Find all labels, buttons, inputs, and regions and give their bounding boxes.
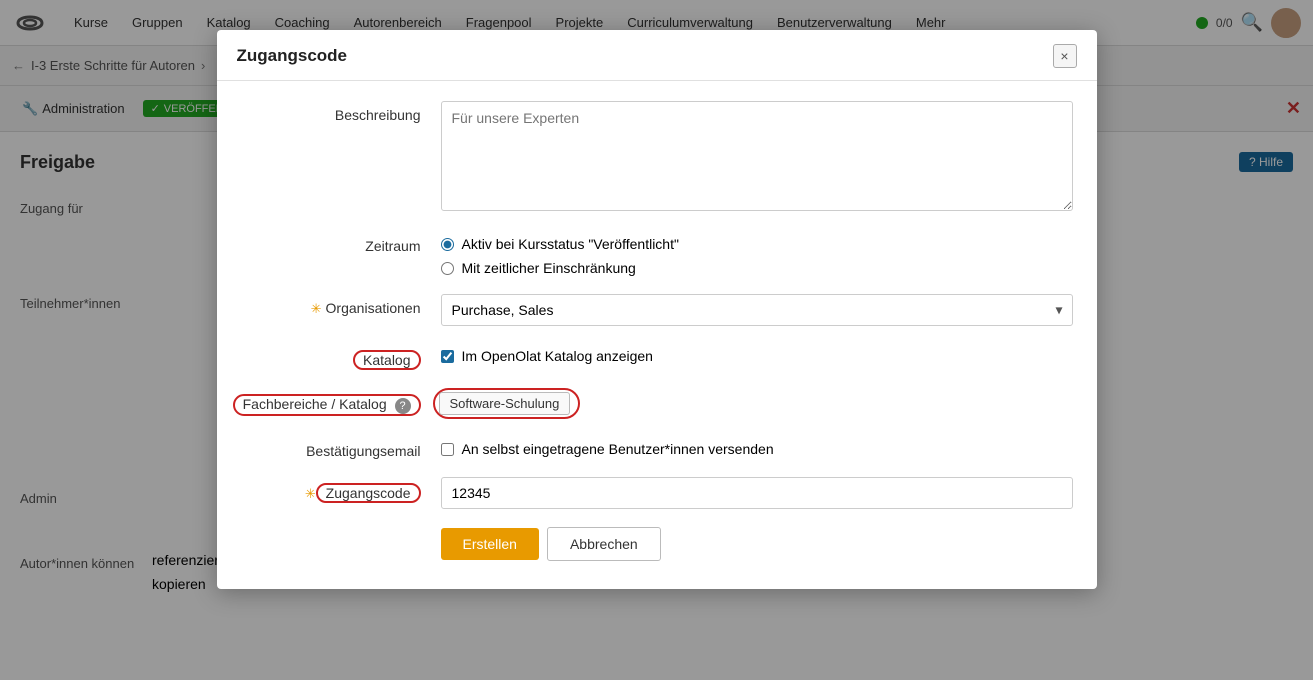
zeitraum-radio2[interactable] <box>441 262 454 275</box>
modal-overlay: Zugangscode × Beschreibung Zeitraum <box>0 0 1313 680</box>
organisationen-label: Organisationen <box>241 294 441 317</box>
zugangscode-modal: Zugangscode × Beschreibung Zeitraum <box>217 30 1097 589</box>
zeitraum-row: Zeitraum Aktiv bei Kursstatus "Veröffent… <box>241 232 1073 276</box>
bestaetigung-checkbox-label: An selbst eingetragene Benutzer*innen ve… <box>462 441 774 457</box>
katalog-checkbox-row[interactable]: Im OpenOlat Katalog anzeigen <box>441 344 1073 364</box>
bestaetigung-checkbox-row[interactable]: An selbst eingetragene Benutzer*innen ve… <box>441 437 1073 457</box>
fachbereiche-label-wrapper: Fachbereiche / Katalog ? <box>241 388 441 416</box>
modal-header: Zugangscode × <box>217 30 1097 81</box>
zeitraum-option1[interactable]: Aktiv bei Kursstatus "Veröffentlicht" <box>441 236 1073 252</box>
zugangscode-label: Zugangscode <box>316 483 421 503</box>
bestaetigung-row: Bestätigungsemail An selbst eingetragene… <box>241 437 1073 459</box>
zeitraum-option2-label: Mit zeitlicher Einschränkung <box>462 260 636 276</box>
organisationen-select-wrapper: Purchase, Sales All Sales Purchase <box>441 294 1073 326</box>
modal-body: Beschreibung Zeitraum Aktiv bei Kursstat… <box>217 81 1097 589</box>
beschreibung-textarea[interactable] <box>441 101 1073 211</box>
fachbereiche-tag-wrapper: Software-Schulung <box>433 388 581 419</box>
beschreibung-row: Beschreibung <box>241 101 1073 214</box>
zugangscode-row: Zugangscode <box>241 477 1073 509</box>
katalog-checkbox[interactable] <box>441 350 454 363</box>
erstellen-button[interactable]: Erstellen <box>441 528 539 560</box>
modal-close-button[interactable]: × <box>1053 44 1077 68</box>
katalog-label: Katalog <box>353 350 420 370</box>
zeitraum-field: Aktiv bei Kursstatus "Veröffentlicht" Mi… <box>441 232 1073 276</box>
zeitraum-option1-label: Aktiv bei Kursstatus "Veröffentlicht" <box>462 236 679 252</box>
bestaetigung-field: An selbst eingetragene Benutzer*innen ve… <box>441 437 1073 457</box>
fachbereiche-field: Software-Schulung <box>441 388 1073 419</box>
fachbereiche-help-icon[interactable]: ? <box>395 398 411 414</box>
modal-title: Zugangscode <box>237 46 348 66</box>
zeitraum-option2[interactable]: Mit zeitlicher Einschränkung <box>441 260 1073 276</box>
katalog-label-wrapper: Katalog <box>241 344 441 370</box>
katalog-checkbox-label: Im OpenOlat Katalog anzeigen <box>462 348 653 364</box>
organisationen-field: Purchase, Sales All Sales Purchase <box>441 294 1073 326</box>
beschreibung-label: Beschreibung <box>241 101 441 123</box>
fachbereiche-row: Fachbereiche / Katalog ? Software-Schulu… <box>241 388 1073 419</box>
bestaetigung-label: Bestätigungsemail <box>241 437 441 459</box>
zugangscode-field <box>441 477 1073 509</box>
fachbereiche-label: Fachbereiche / Katalog ? <box>233 394 421 416</box>
beschreibung-field <box>441 101 1073 214</box>
zugangscode-label-wrapper: Zugangscode <box>241 477 441 503</box>
zeitraum-radio1[interactable] <box>441 238 454 251</box>
fachbereiche-tag[interactable]: Software-Schulung <box>439 392 571 415</box>
zeitraum-label: Zeitraum <box>241 232 441 254</box>
zugangscode-input[interactable] <box>441 477 1073 509</box>
katalog-field: Im OpenOlat Katalog anzeigen <box>441 344 1073 364</box>
organisationen-row: Organisationen Purchase, Sales All Sales… <box>241 294 1073 326</box>
katalog-row: Katalog Im OpenOlat Katalog anzeigen <box>241 344 1073 370</box>
zeitraum-radio-group: Aktiv bei Kursstatus "Veröffentlicht" Mi… <box>441 232 1073 276</box>
modal-footer: Erstellen Abbrechen <box>241 527 1073 565</box>
bestaetigung-checkbox[interactable] <box>441 443 454 456</box>
organisationen-select[interactable]: Purchase, Sales All Sales Purchase <box>441 294 1073 326</box>
abbrechen-button[interactable]: Abbrechen <box>547 527 661 561</box>
